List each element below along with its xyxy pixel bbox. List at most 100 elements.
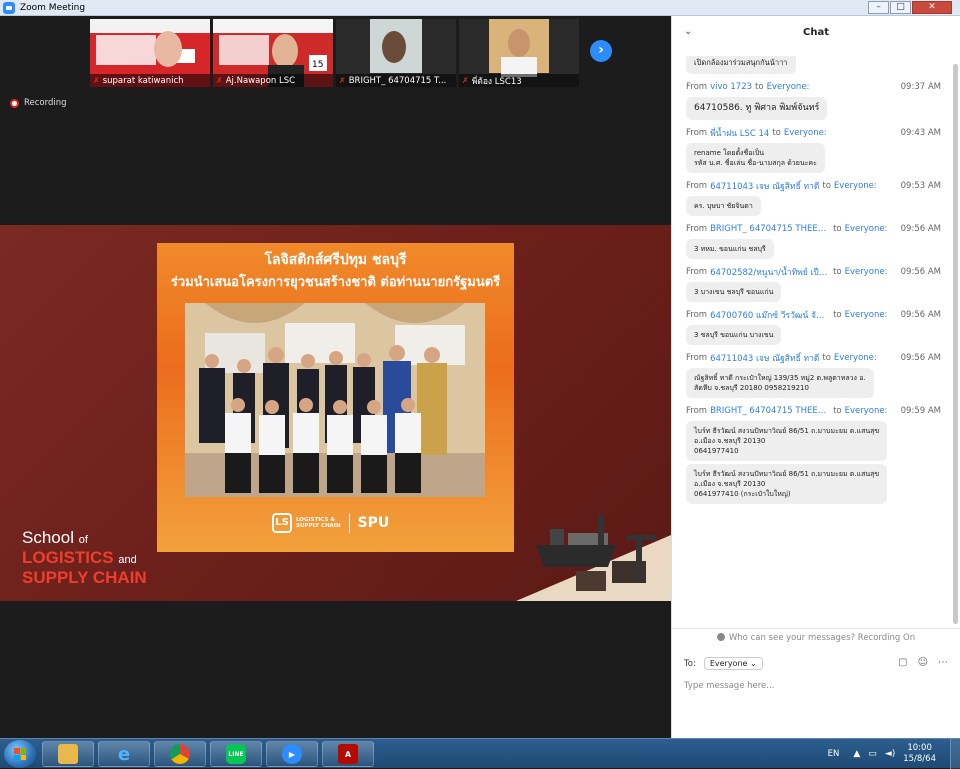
slide-subheadline: ร่วมนำเสนอโครงการยุวชนสร้างชาติ ต่อท่านน… bbox=[170, 275, 501, 290]
message-sender[interactable]: BRIGHT_ 64704715 THEER... bbox=[710, 406, 830, 416]
message-bubble: ณัฐสิทธิ์ ทาดี กระเป๋าใหญ่ 139/35 หมู่2 … bbox=[686, 368, 874, 398]
chat-panel: ⌄ Chat เปิดกล้องมาร่วมสนุกกันน้าาา From … bbox=[671, 16, 960, 738]
chat-messages[interactable]: เปิดกล้องมาร่วมสนุกกันน้าาา From vivo 17… bbox=[672, 50, 951, 632]
clock-date: 15/8/64 bbox=[903, 754, 936, 764]
clock[interactable]: 10:00 15/8/64 bbox=[903, 743, 936, 765]
lsc-logo-line2: SUPPLY CHAIN bbox=[296, 523, 341, 529]
more-icon[interactable]: ⋯ bbox=[938, 657, 948, 668]
message-recipient: Everyone: bbox=[783, 128, 827, 138]
participant-video[interactable]: 15 ✗ Aj.Nawapon LSC bbox=[213, 19, 333, 87]
recipient-select[interactable]: Everyone ⌄ bbox=[703, 657, 763, 670]
message-bubble: 3 บางเขน ชลบุรี ขอนแก่น bbox=[686, 282, 782, 302]
participant-strip: ✗ suparat katiwanich 15 ✗ Aj.Nawapon LSC bbox=[90, 19, 582, 87]
from-label: From bbox=[686, 224, 708, 234]
participant-video[interactable]: ✗ suparat katiwanich bbox=[90, 19, 210, 87]
message-time: 09:56 AM bbox=[900, 310, 941, 320]
participant-name-bar: ✗ BRIGHT_ 64704715 T... bbox=[336, 74, 456, 87]
taskbar-zoom[interactable]: ▶ bbox=[266, 741, 318, 767]
participant-name-bar: ✗ พี่ต้อง LSC13 bbox=[459, 74, 579, 87]
message-time: 09:56 AM bbox=[900, 224, 941, 234]
participant-video[interactable]: ✗ พี่ต้อง LSC13 bbox=[459, 19, 579, 87]
message-sender[interactable]: vivo 1723 bbox=[710, 82, 752, 92]
participant-video[interactable]: ✗ BRIGHT_ 64704715 T... bbox=[336, 19, 456, 87]
message-bubble: 3 ชลบุรี ขอนแก่น บางเขน bbox=[686, 325, 782, 345]
participant-name: suparat katiwanich bbox=[102, 75, 184, 86]
message-sender[interactable]: 64711043 เจษ ณัฐสิทธิ์ ทาดี bbox=[710, 179, 819, 193]
message-header: From 64711043 เจษ ณัฐสิทธิ์ ทาดี to Ever… bbox=[686, 179, 941, 193]
message-time: 09:37 AM bbox=[900, 82, 941, 92]
lsc-logo: LS bbox=[272, 513, 292, 533]
chat-message: เปิดกล้องมาร่วมสนุกกันน้าาา bbox=[672, 50, 951, 74]
chat-scrollbar[interactable] bbox=[953, 64, 958, 624]
tray-arrow-icon[interactable]: ▲ bbox=[853, 749, 860, 759]
group-photo bbox=[185, 303, 485, 497]
language-indicator[interactable]: EN bbox=[828, 749, 840, 759]
emoji-icon[interactable]: ☺ bbox=[918, 657, 928, 668]
to-label: to bbox=[822, 181, 831, 191]
message-sender[interactable]: 64700760 แม๊กซ์ วีรวัฒน์ จันทร์... bbox=[710, 308, 830, 322]
close-button[interactable]: ✕ bbox=[912, 1, 952, 14]
taskbar-chrome[interactable] bbox=[154, 741, 206, 767]
taskbar-internet-explorer[interactable]: e bbox=[98, 741, 150, 767]
file-icon[interactable]: ▢ bbox=[898, 657, 907, 668]
show-desktop-button[interactable] bbox=[950, 739, 960, 769]
chat-privacy-notice[interactable]: Who can see your messages? Recording On bbox=[672, 633, 960, 643]
maximize-button[interactable]: □ bbox=[890, 1, 911, 14]
chat-title: Chat bbox=[803, 27, 829, 38]
message-bubble: คร. บุษบา ชัยจินดา bbox=[686, 196, 761, 216]
taskbar-file-explorer[interactable] bbox=[42, 741, 94, 767]
network-icon[interactable]: ▭ bbox=[868, 749, 877, 759]
message-bubble: rename โดยตั้งชื่อเป็น รหัส น.ศ. ชื่อเล่… bbox=[686, 143, 825, 173]
message-time: 09:53 AM bbox=[900, 181, 941, 191]
chat-message: From BRIGHT_ 64704715 THEER... to Everyo… bbox=[672, 404, 951, 504]
clock-time: 10:00 bbox=[907, 743, 932, 753]
chat-message: From 64702582/หนูนา/น้ำทิพย์ เปือก... to… bbox=[672, 265, 951, 302]
recording-dot-icon bbox=[10, 98, 19, 108]
school-logistics: LOGISTICS bbox=[22, 548, 114, 567]
recording-indicator: Recording bbox=[10, 98, 67, 108]
people-icon bbox=[716, 633, 725, 641]
school-supply-chain: SUPPLY CHAIN bbox=[22, 568, 147, 587]
to-label: to bbox=[833, 224, 842, 234]
volume-icon[interactable]: ◄) bbox=[885, 749, 895, 759]
message-bubble: ไบร์ท ธีรวัฒน์ สงวนปัทมาวิณย์ 86/51 ถ.มา… bbox=[686, 464, 888, 504]
message-sender[interactable]: พี่น้ำฝน LSC 14 bbox=[710, 126, 769, 140]
taskbar-acrobat[interactable]: A bbox=[322, 741, 374, 767]
minimize-button[interactable]: – bbox=[868, 1, 889, 14]
taskbar-line[interactable]: LINE bbox=[210, 741, 262, 767]
windows-logo-icon bbox=[14, 748, 26, 760]
message-recipient: Everyone: bbox=[766, 82, 810, 92]
slide-logos: LS LOGISTICS & SUPPLY CHAIN SPU bbox=[272, 513, 389, 533]
zoom-app-icon bbox=[3, 1, 15, 14]
message-header: From พี่น้ำฝน LSC 14 to Everyone: 09:43 … bbox=[686, 126, 941, 140]
message-sender[interactable]: 64702582/หนูนา/น้ำทิพย์ เปือก... bbox=[710, 265, 830, 279]
message-sender[interactable]: 64711043 เจษ ณัฐสิทธิ์ ทาดี bbox=[710, 351, 819, 365]
logo-divider bbox=[348, 513, 350, 533]
message-time: 09:56 AM bbox=[900, 267, 941, 277]
chat-message: From พี่น้ำฝน LSC 14 to Everyone: 09:43 … bbox=[672, 126, 951, 173]
notice-text: Who can see your messages? Recording On bbox=[728, 633, 916, 643]
message-recipient: Everyone: bbox=[833, 353, 877, 363]
start-button[interactable] bbox=[4, 740, 36, 768]
chat-message: From vivo 1723 to Everyone: 09:37 AM 647… bbox=[672, 80, 951, 120]
participant-name-bar: ✗ suparat katiwanich bbox=[90, 74, 210, 87]
next-page-button[interactable]: › bbox=[590, 40, 612, 62]
chat-input[interactable]: Type message here... bbox=[684, 681, 774, 691]
message-header: From vivo 1723 to Everyone: 09:37 AM bbox=[686, 80, 941, 94]
recording-label: Recording bbox=[24, 98, 67, 108]
windows-taskbar: e LINE ▶ A EN ▲ ▭ ◄) 10:00 15/8/64 bbox=[0, 738, 960, 769]
message-header: From BRIGHT_ 64704715 THEER... to Everyo… bbox=[686, 404, 941, 418]
message-header: From 64711043 เจษ ณัฐสิทธิ์ ทาดี to Ever… bbox=[686, 351, 941, 365]
to-label: to bbox=[833, 406, 842, 416]
message-bubble: ไบร์ท ธีรวัฒน์ สงวนปัทมาวิณย์ 86/51 ถ.มา… bbox=[686, 421, 888, 461]
message-recipient: Everyone: bbox=[833, 181, 877, 191]
from-label: From bbox=[686, 353, 708, 363]
chat-footer: Who can see your messages? Recording On … bbox=[672, 628, 960, 738]
message-sender[interactable]: BRIGHT_ 64704715 THEER... bbox=[710, 224, 830, 234]
message-header: From 64702582/หนูนา/น้ำทิพย์ เปือก... to… bbox=[686, 265, 941, 279]
from-label: From bbox=[686, 82, 708, 92]
ie-icon: e bbox=[117, 743, 131, 765]
chat-header: ⌄ Chat bbox=[672, 16, 960, 50]
from-label: From bbox=[686, 310, 708, 320]
recipient-row: To: Everyone ⌄ bbox=[684, 657, 763, 670]
